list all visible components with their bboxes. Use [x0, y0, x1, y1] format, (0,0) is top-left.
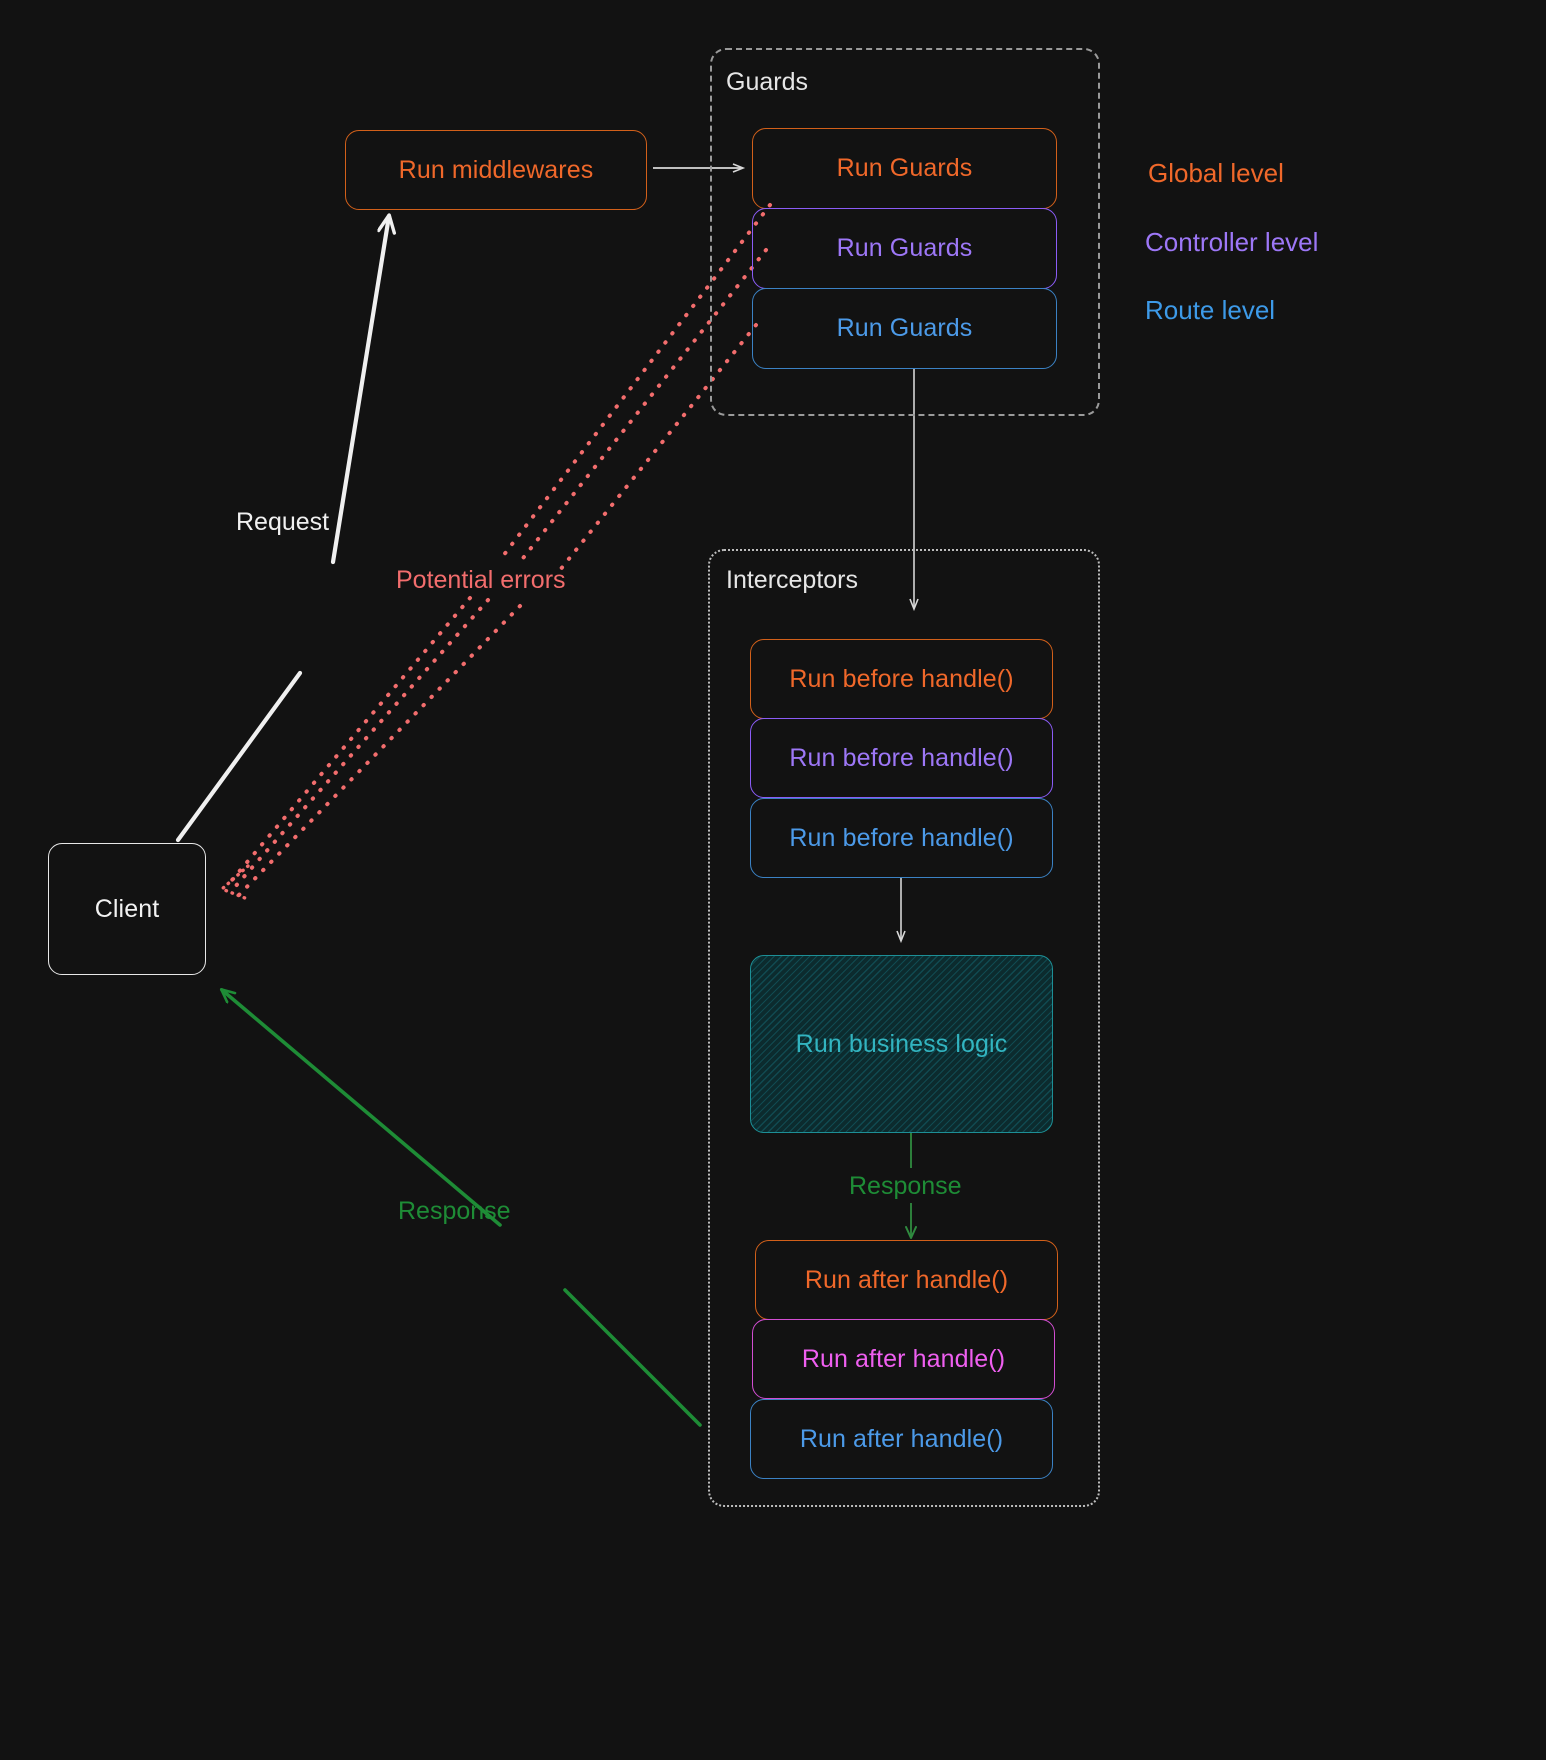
node-run-guards-controller[interactable]: Run Guards: [752, 208, 1057, 289]
edge-label-response-inner: Response: [849, 1172, 962, 1200]
node-after-handle-global[interactable]: Run after handle(): [755, 1240, 1058, 1320]
node-run-guards-controller-label: Run Guards: [836, 234, 973, 262]
interceptors-group-title: Interceptors: [726, 566, 859, 594]
node-before-handle-route[interactable]: Run before handle(): [750, 798, 1053, 878]
legend-controller-level: Controller level: [1145, 227, 1319, 257]
node-business-logic[interactable]: Run business logic: [750, 955, 1053, 1133]
node-after-handle-route-label: Run after handle(): [799, 1424, 1004, 1453]
potential-errors-arrowhead: [220, 864, 252, 902]
legend-global-level: Global level: [1148, 158, 1284, 188]
edge-label-request: Request: [236, 508, 330, 536]
node-before-handle-controller-label: Run before handle(): [789, 743, 1014, 772]
node-business-logic-label: Run business logic: [795, 1029, 1008, 1058]
node-after-handle-controller[interactable]: Run after handle(): [752, 1319, 1055, 1399]
node-client[interactable]: Client: [48, 843, 206, 975]
node-before-handle-controller[interactable]: Run before handle(): [750, 718, 1053, 798]
guards-group-title: Guards: [726, 68, 808, 96]
node-after-handle-controller-label: Run after handle(): [801, 1344, 1006, 1373]
node-after-handle-global-label: Run after handle(): [804, 1265, 1009, 1294]
legend-route-level: Route level: [1145, 295, 1276, 325]
node-run-guards-global[interactable]: Run Guards: [752, 128, 1057, 209]
node-run-guards-global-label: Run Guards: [836, 154, 973, 182]
edge-label-potential-errors: Potential errors: [396, 566, 566, 594]
node-run-middlewares[interactable]: Run middlewares: [345, 130, 647, 210]
node-client-label: Client: [94, 894, 160, 923]
node-run-guards-route[interactable]: Run Guards: [752, 288, 1057, 369]
node-after-handle-route[interactable]: Run after handle(): [750, 1399, 1053, 1479]
edge-label-response-outer: Response: [398, 1197, 511, 1225]
node-before-handle-global-label: Run before handle(): [789, 664, 1014, 693]
node-before-handle-global[interactable]: Run before handle(): [750, 639, 1053, 719]
node-run-guards-route-label: Run Guards: [836, 314, 973, 342]
node-run-middlewares-label: Run middlewares: [398, 155, 594, 184]
edge-potential-errors: [230, 203, 772, 898]
node-before-handle-route-label: Run before handle(): [789, 823, 1014, 852]
diagram-canvas: Guards Interceptors Client Run middlewar…: [0, 0, 1546, 1760]
